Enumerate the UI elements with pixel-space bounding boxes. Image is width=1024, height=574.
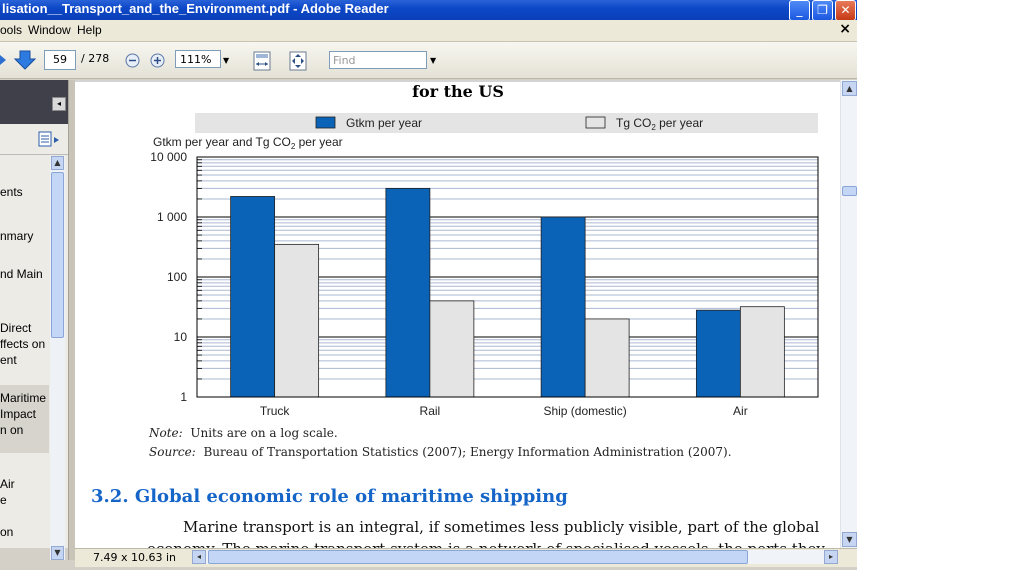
bar (695, 309, 741, 398)
chart-title: for the US (412, 82, 504, 101)
bar (230, 196, 276, 398)
x-tick-label: Truck (260, 404, 291, 418)
horizontal-scroll-thumb[interactable] (208, 550, 748, 564)
x-tick-label: Ship (domestic) (543, 404, 626, 418)
status-bar: 7.49 x 10.63 in ◂ ▸ (75, 548, 857, 567)
y-tick-label: 10 (174, 330, 188, 344)
bar (739, 306, 785, 398)
y-axis-label: Gtkm per year and Tg CO2 per year (153, 135, 343, 151)
adobe-reader-window: lisation__Transport_and_the_Environment.… (0, 0, 857, 570)
title-bar: lisation__Transport_and_the_Environment.… (0, 0, 857, 21)
bookmark-options-icon[interactable] (38, 131, 60, 147)
bookmark-item[interactable]: e (0, 492, 7, 508)
section-heading: 3.2. Global economic role of maritime sh… (91, 486, 568, 507)
bar (274, 243, 320, 398)
menu-bar: ools Window Help × (0, 20, 857, 42)
body-paragraph-line: Marine transport is an integral, if some… (183, 518, 820, 536)
bar (540, 216, 586, 398)
menu-window[interactable]: Window (28, 23, 71, 37)
bar (584, 318, 630, 398)
scroll-down-icon[interactable]: ▼ (842, 532, 857, 547)
sidebar-header: ◂ (0, 80, 68, 124)
scroll-up-icon[interactable]: ▲ (51, 156, 64, 170)
menu-tools[interactable]: ools (0, 23, 22, 37)
chart-note: Note: Units are on a log scale. (149, 426, 338, 440)
page-number-input[interactable]: 59 (44, 50, 76, 70)
bookmark-item[interactable]: Maritime (0, 390, 46, 406)
scroll-right-icon[interactable]: ▸ (824, 550, 838, 564)
fit-page-icon[interactable] (289, 51, 307, 71)
zoom-level-input[interactable]: 111% (175, 50, 221, 68)
y-tick-label: 10 000 (150, 150, 187, 164)
bookmark-item[interactable]: Air (0, 476, 15, 492)
sidebar-tools (0, 124, 68, 155)
chart-source: Source: Bureau of Transportation Statist… (149, 445, 732, 459)
toolbar: 59 / 278 111% ▼ Find ▼ (0, 42, 857, 79)
page-total: / 278 (81, 52, 110, 65)
bookmark-item[interactable]: Impact (0, 406, 36, 422)
minimize-button[interactable]: _ (789, 0, 810, 21)
document-scroll-thumb[interactable] (842, 186, 857, 196)
menu-help[interactable]: Help (77, 23, 102, 37)
scroll-down-icon[interactable]: ▼ (51, 546, 64, 560)
bookmark-item[interactable]: Direct (0, 320, 31, 336)
legend-swatch (585, 116, 606, 129)
legend-label: Gtkm per year (346, 116, 422, 130)
x-tick-label: Air (733, 404, 748, 418)
restore-button[interactable]: ❐ (812, 0, 833, 21)
source-text: Bureau of Transportation Statistics (200… (203, 445, 732, 459)
bookmark-item[interactable]: ents (0, 184, 23, 200)
y-tick-label: 1 (180, 390, 187, 404)
scroll-left-icon[interactable]: ◂ (192, 550, 206, 564)
sidebar-scrollbar[interactable]: ▲ ▼ (50, 156, 65, 560)
legend-label: Tg CO2 per year (616, 116, 703, 132)
legend-swatch (315, 116, 336, 129)
y-tick-label: 1 000 (157, 210, 187, 224)
scroll-up-icon[interactable]: ▲ (842, 81, 857, 96)
bookmark-item[interactable]: on (0, 524, 13, 540)
bookmark-item[interactable]: ffects on (0, 336, 45, 352)
bookmark-item[interactable]: ent (0, 352, 17, 368)
find-dropdown-icon[interactable]: ▼ (430, 56, 436, 65)
legend-box (195, 113, 818, 133)
bookmarks-sidebar: ◂ ents nmary nd Main Direct ffects on en… (0, 80, 74, 560)
zoom-dropdown-icon[interactable]: ▼ (223, 56, 229, 65)
next-page-icon[interactable] (14, 50, 36, 70)
fit-width-icon[interactable] (253, 51, 271, 71)
source-label: Source: (149, 445, 196, 459)
bar-chart: Gtkm per year Tg CO2 per year Gtkm per yea… (150, 113, 819, 418)
zoom-in-icon[interactable] (150, 53, 165, 68)
body-paragraph-line: economy. The marine transport system is … (147, 540, 825, 548)
document-vertical-scrollbar[interactable]: ▲ ▼ (840, 80, 857, 548)
sidebar-scroll-thumb[interactable] (51, 172, 64, 338)
document-view: for the US Gtkm per year Tg CO2 per year G… (75, 80, 841, 548)
close-button[interactable]: ✕ (835, 0, 856, 21)
bookmark-item[interactable]: nmary (0, 228, 33, 244)
bar (385, 187, 431, 398)
bookmark-item[interactable]: nd Main (0, 266, 43, 282)
bar (429, 300, 475, 398)
y-tick-label: 100 (167, 270, 187, 284)
document-horizontal-scrollbar[interactable]: ◂ ▸ (192, 550, 838, 564)
find-input[interactable]: Find (329, 51, 427, 69)
close-document-button[interactable]: × (839, 21, 851, 37)
sidebar-splitter[interactable] (68, 80, 75, 560)
page-size-readout: 7.49 x 10.63 in (93, 551, 177, 564)
note-text: Units are on a log scale. (190, 426, 338, 440)
previous-page-icon[interactable] (0, 51, 10, 69)
collapse-sidebar-icon[interactable]: ◂ (52, 97, 66, 111)
x-tick-label: Rail (420, 404, 441, 418)
zoom-out-icon[interactable] (125, 53, 140, 68)
window-title: lisation__Transport_and_the_Environment.… (2, 1, 389, 16)
note-label: Note: (149, 426, 183, 440)
bookmark-item[interactable]: n on (0, 422, 23, 438)
